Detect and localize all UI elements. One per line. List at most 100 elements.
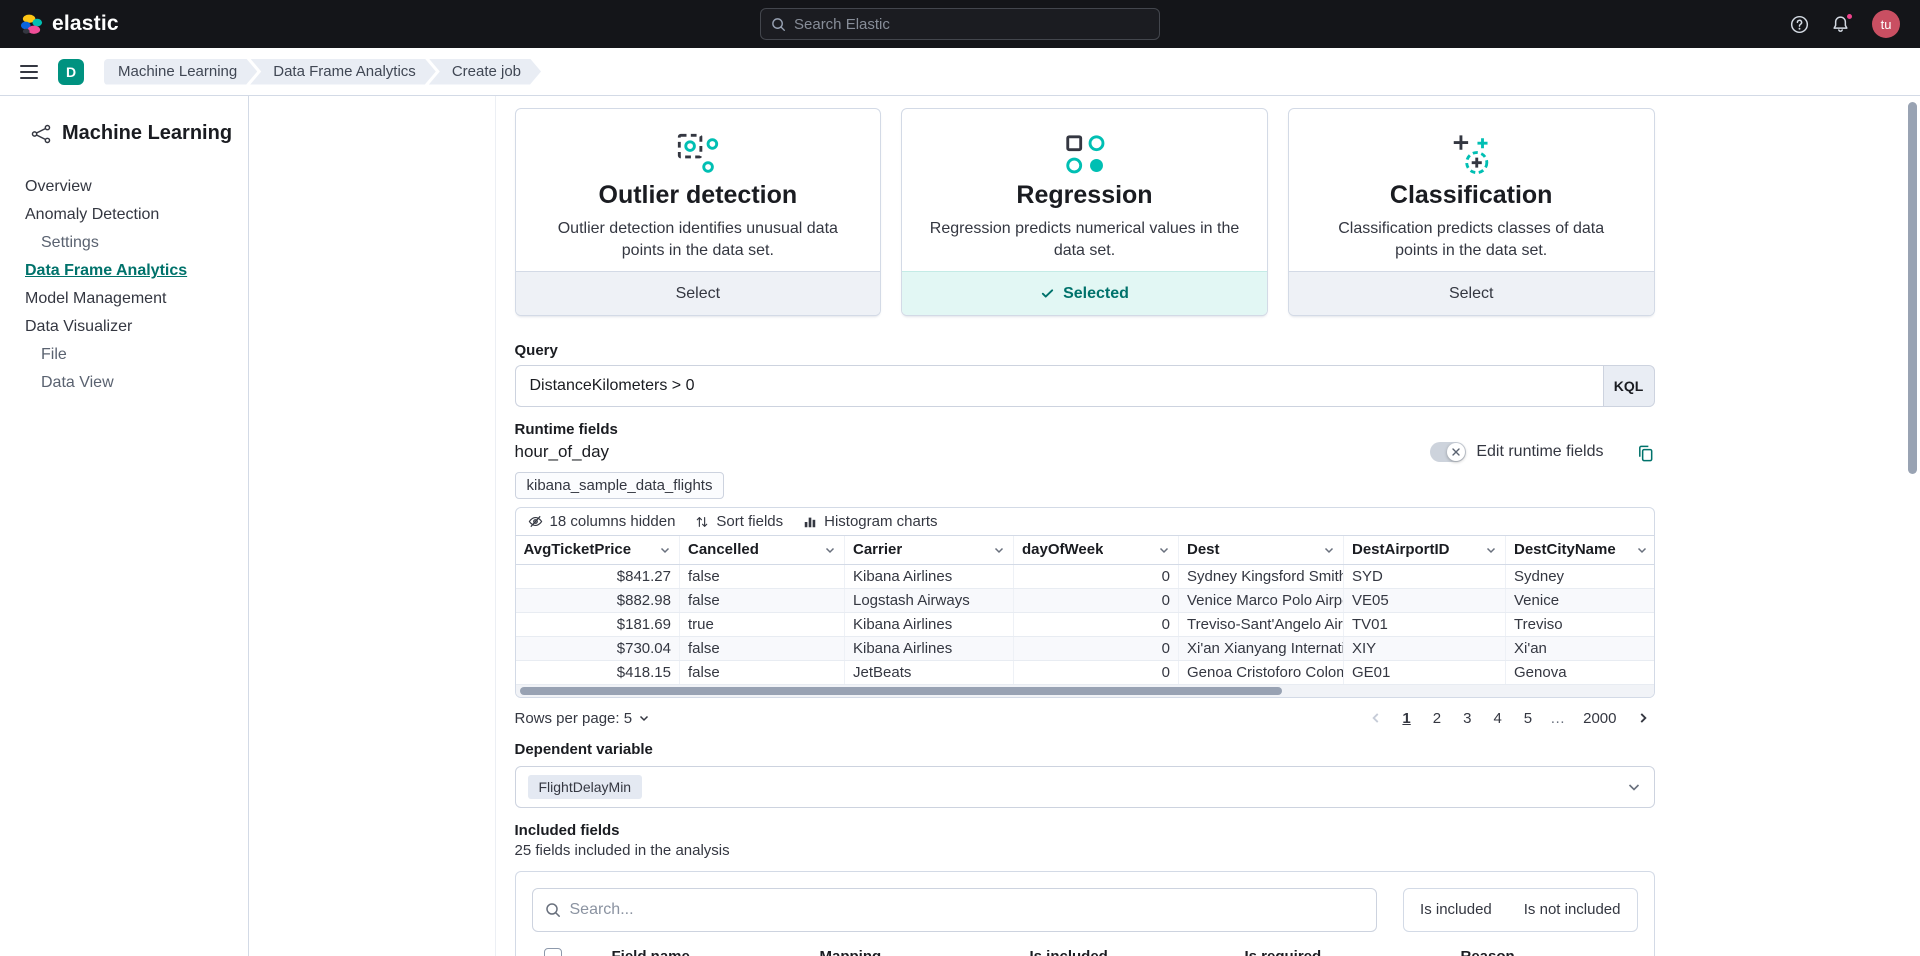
notifications-button[interactable] <box>1831 15 1850 34</box>
select-all-checkbox[interactable] <box>544 948 562 956</box>
select-classification-button[interactable]: Select <box>1289 271 1654 315</box>
grid-cell[interactable]: Venice Marco Polo Airport <box>1179 588 1344 612</box>
page-button-5[interactable]: 5 <box>1516 708 1540 729</box>
grid-cell[interactable]: $181.69 <box>516 612 680 636</box>
fields-search[interactable] <box>532 888 1378 932</box>
grid-cell[interactable]: Xi'an <box>1506 636 1655 660</box>
breadcrumb-machine-learning[interactable]: Machine Learning <box>104 59 257 85</box>
sidebar-item-data-view[interactable]: Data View <box>0 369 248 397</box>
page-button-4[interactable]: 4 <box>1485 708 1509 729</box>
search-icon <box>771 17 786 32</box>
grid-cell[interactable]: Sydney <box>1506 564 1655 588</box>
grid-cell[interactable]: Treviso-Sant'Angelo Airport <box>1179 612 1344 636</box>
elastic-logo-text: elastic <box>52 12 119 36</box>
columns-hidden-button[interactable]: 18 columns hidden <box>528 513 676 530</box>
column-header-cancelled[interactable]: Cancelled <box>680 536 845 564</box>
card-description: Regression predicts numerical values in … <box>928 218 1241 263</box>
page-button-1[interactable]: 1 <box>1394 708 1418 729</box>
chevron-down-icon <box>1636 544 1648 556</box>
grid-cell[interactable]: JetBeats <box>845 660 1014 684</box>
sidebar-item-overview[interactable]: Overview <box>0 173 248 201</box>
runtime-fields-label: Runtime fields <box>515 421 1655 438</box>
next-page-button[interactable] <box>1631 708 1655 728</box>
grid-cell[interactable]: $730.04 <box>516 636 680 660</box>
grid-cell[interactable]: Kibana Airlines <box>845 612 1014 636</box>
job-type-card-outlier-detection[interactable]: Outlier detection Outlier detection iden… <box>515 108 882 316</box>
filter-is-not-included[interactable]: Is not included <box>1508 889 1637 931</box>
grid-cell[interactable]: Logstash Airways <box>845 588 1014 612</box>
grid-cell[interactable]: false <box>680 636 845 660</box>
grid-cell[interactable]: Treviso <box>1506 612 1655 636</box>
grid-cell[interactable]: 0 <box>1014 588 1179 612</box>
grid-cell[interactable]: 0 <box>1014 660 1179 684</box>
grid-cell[interactable]: false <box>680 564 845 588</box>
filter-is-included[interactable]: Is included <box>1404 889 1508 931</box>
grid-cell[interactable]: $418.15 <box>516 660 680 684</box>
column-header-day-of-week[interactable]: dayOfWeek <box>1014 536 1179 564</box>
grid-cell[interactable]: VE05 <box>1344 588 1506 612</box>
user-avatar[interactable]: tu <box>1872 10 1900 38</box>
horizontal-scrollbar-thumb[interactable] <box>520 687 1282 695</box>
column-header-avg-ticket-price[interactable]: AvgTicketPrice <box>516 536 680 564</box>
grid-cell[interactable]: XIY <box>1344 636 1506 660</box>
grid-cell[interactable]: true <box>680 612 845 636</box>
job-type-card-regression[interactable]: Regression Regression predicts numerical… <box>901 108 1268 316</box>
grid-cell[interactable]: Kibana Airlines <box>845 636 1014 660</box>
sidebar-item-file[interactable]: File <box>0 341 248 369</box>
column-header-carrier[interactable]: Carrier <box>845 536 1014 564</box>
kibana-create-job-page: elastic tu <box>0 0 1920 956</box>
breadcrumb-bar: D Machine Learning Data Frame Analytics … <box>0 48 1920 96</box>
sidebar-item-settings[interactable]: Settings <box>0 229 248 257</box>
column-header-dest[interactable]: Dest <box>1179 536 1344 564</box>
global-search-input[interactable] <box>794 16 1149 33</box>
chevron-down-icon <box>993 544 1005 556</box>
job-type-card-classification[interactable]: Classification Classification predicts c… <box>1288 108 1655 316</box>
previous-page-button[interactable] <box>1364 708 1388 728</box>
sidebar-item-data-frame-analytics[interactable]: Data Frame Analytics <box>0 257 248 285</box>
kql-language-button[interactable]: KQL <box>1603 365 1655 407</box>
fields-search-input[interactable] <box>570 901 1365 919</box>
grid-cell[interactable]: TV01 <box>1344 612 1506 636</box>
sidebar-item-model-management[interactable]: Model Management <box>0 285 248 313</box>
sort-fields-button[interactable]: Sort fields <box>695 513 783 530</box>
global-search[interactable] <box>760 8 1160 40</box>
vertical-scrollbar-thumb[interactable] <box>1908 102 1917 474</box>
column-header-dest-city-name[interactable]: DestCityName <box>1506 536 1655 564</box>
page-button-2[interactable]: 2 <box>1425 708 1449 729</box>
grid-cell[interactable]: SYD <box>1344 564 1506 588</box>
grid-cell[interactable]: Genova <box>1506 660 1655 684</box>
grid-cell[interactable]: Sydney Kingsford Smith I... <box>1179 564 1344 588</box>
edit-runtime-fields-label[interactable]: Edit runtime fields <box>1476 443 1603 461</box>
sidebar-item-data-visualizer[interactable]: Data Visualizer <box>0 313 248 341</box>
page-button-last[interactable]: 2000 <box>1575 708 1624 729</box>
menu-button[interactable] <box>14 59 44 85</box>
grid-cell[interactable]: false <box>680 660 845 684</box>
breadcrumb-data-frame-analytics[interactable]: Data Frame Analytics <box>250 59 436 85</box>
rows-per-page-button[interactable]: Rows per page: 5 <box>515 710 651 727</box>
edit-runtime-fields-toggle[interactable] <box>1430 442 1466 462</box>
dependent-variable-select[interactable]: FlightDelayMin <box>515 766 1655 808</box>
grid-cell[interactable]: $841.27 <box>516 564 680 588</box>
horizontal-scrollbar[interactable] <box>516 685 1654 697</box>
regression-selected-button[interactable]: Selected <box>902 271 1267 315</box>
grid-cell[interactable]: GE01 <box>1344 660 1506 684</box>
grid-cell[interactable]: Venice <box>1506 588 1655 612</box>
space-avatar[interactable]: D <box>58 59 84 85</box>
grid-cell[interactable]: Xi'an Xianyang Internatio... <box>1179 636 1344 660</box>
query-input[interactable] <box>515 365 1603 407</box>
histogram-charts-button[interactable]: Histogram charts <box>803 513 937 530</box>
grid-cell[interactable]: false <box>680 588 845 612</box>
select-outlier-detection-button[interactable]: Select <box>516 271 881 315</box>
help-button[interactable] <box>1790 15 1809 34</box>
grid-cell[interactable]: 0 <box>1014 564 1179 588</box>
grid-cell[interactable]: 0 <box>1014 636 1179 660</box>
grid-cell[interactable]: Kibana Airlines <box>845 564 1014 588</box>
grid-cell[interactable]: $882.98 <box>516 588 680 612</box>
elastic-logo[interactable]: elastic <box>20 12 119 36</box>
column-header-dest-airport-id[interactable]: DestAirportID <box>1344 536 1506 564</box>
copy-button[interactable] <box>1636 443 1655 462</box>
grid-cell[interactable]: Genoa Cristoforo Colomb... <box>1179 660 1344 684</box>
grid-cell[interactable]: 0 <box>1014 612 1179 636</box>
sidebar-item-anomaly-detection[interactable]: Anomaly Detection <box>0 201 248 229</box>
page-button-3[interactable]: 3 <box>1455 708 1479 729</box>
